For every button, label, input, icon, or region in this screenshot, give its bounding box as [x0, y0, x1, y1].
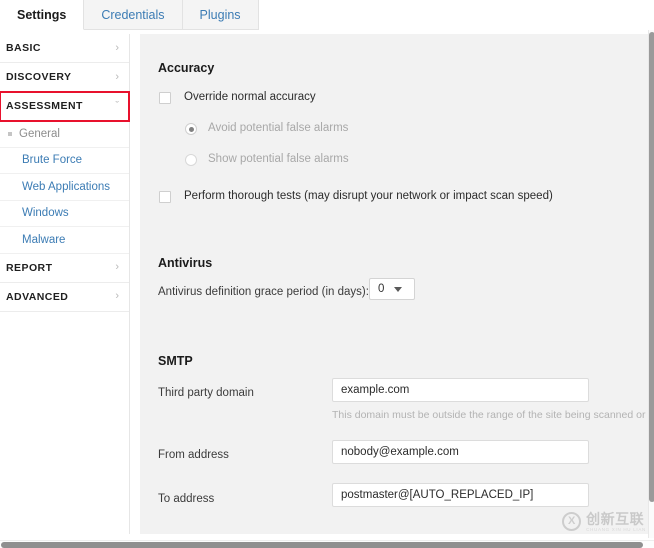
sidebar-item-assessment-label: ASSESSMENT	[6, 100, 83, 112]
from-address-input[interactable]: nobody@example.com	[332, 440, 589, 464]
sidebar-item-discovery-label: DISCOVERY	[6, 71, 72, 83]
antivirus-grace-period-select[interactable]: 0	[369, 278, 415, 300]
antivirus-grace-period-label: Antivirus definition grace period (in da…	[158, 286, 369, 298]
tab-settings-label: Settings	[17, 7, 67, 22]
horizontal-scrollbar[interactable]	[0, 540, 654, 548]
show-false-alarms-label: Show potential false alarms	[208, 153, 349, 165]
to-address-label: To address	[158, 493, 215, 505]
from-address-label: From address	[158, 449, 229, 461]
from-address-value: nobody@example.com	[341, 446, 459, 458]
sidebar-subitem-windows[interactable]: Windows	[0, 201, 129, 227]
to-address-value: postmaster@[AUTO_REPLACED_IP]	[341, 489, 534, 501]
vertical-scrollbar[interactable]	[648, 30, 654, 538]
sidebar-item-assessment[interactable]: ASSESSMENT ˇ	[0, 91, 130, 122]
bullet-icon	[8, 131, 12, 136]
sidebar-item-basic[interactable]: BASIC ›	[0, 34, 129, 63]
antivirus-section-title: Antivirus	[158, 256, 213, 270]
sidebar-item-report-label: REPORT	[6, 261, 53, 274]
smtp-section-title: SMTP	[158, 354, 193, 368]
sidebar-item-discovery[interactable]: DISCOVERY ›	[0, 63, 129, 92]
avoid-false-alarms-label: Avoid potential false alarms	[208, 122, 349, 134]
settings-sidebar: BASIC › DISCOVERY › ASSESSMENT ˇ General…	[0, 34, 130, 534]
sidebar-item-advanced-label: ADVANCED	[6, 290, 69, 303]
chevron-right-icon: ›	[115, 290, 119, 302]
chevron-right-icon: ›	[115, 41, 119, 54]
tab-credentials-label: Credentials	[101, 7, 165, 22]
sidebar-subitem-web-applications-label: Web Applications	[22, 180, 111, 193]
third-party-domain-hint: This domain must be outside the range of…	[332, 409, 648, 421]
sidebar-item-basic-label: BASIC	[6, 42, 41, 54]
tab-bar-filler	[258, 0, 654, 30]
tab-settings[interactable]: Settings	[0, 0, 85, 30]
chevron-right-icon: ›	[115, 70, 119, 83]
antivirus-grace-period-value: 0	[378, 283, 385, 295]
sidebar-subitem-brute-force-label: Brute Force	[22, 154, 83, 167]
horizontal-scrollbar-thumb[interactable]	[1, 542, 643, 548]
sidebar-subitem-brute-force[interactable]: Brute Force	[0, 148, 129, 174]
to-address-input[interactable]: postmaster@[AUTO_REPLACED_IP]	[332, 483, 589, 507]
tab-plugins-label: Plugins	[199, 7, 241, 22]
accuracy-section-title: Accuracy	[158, 61, 215, 75]
tab-bar: Settings Credentials Plugins	[0, 0, 654, 30]
sidebar-item-advanced[interactable]: ADVANCED ›	[0, 283, 129, 312]
sidebar-item-report[interactable]: REPORT ›	[0, 254, 129, 283]
override-normal-accuracy-checkbox[interactable]	[159, 92, 171, 104]
chevron-down-icon	[394, 286, 403, 292]
scan-template-settings-window: Settings Credentials Plugins BASIC › DIS…	[0, 0, 654, 548]
sidebar-subitem-web-applications[interactable]: Web Applications	[0, 174, 129, 201]
chevron-down-icon: ˇ	[115, 99, 119, 112]
vertical-scrollbar-thumb[interactable]	[649, 32, 654, 502]
avoid-false-alarms-radio[interactable]	[185, 123, 197, 135]
tab-plugins[interactable]: Plugins	[182, 0, 259, 30]
override-normal-accuracy-label: Override normal accuracy	[184, 91, 316, 103]
tab-credentials[interactable]: Credentials	[84, 0, 183, 30]
perform-thorough-tests-label: Perform thorough tests (may disrupt your…	[184, 190, 553, 202]
third-party-domain-input[interactable]: example.com	[332, 378, 589, 402]
third-party-domain-value: example.com	[341, 384, 410, 396]
settings-content-panel: Accuracy Override normal accuracy Avoid …	[139, 34, 648, 534]
perform-thorough-tests-checkbox[interactable]	[159, 191, 171, 203]
chevron-right-icon: ›	[115, 261, 119, 273]
third-party-domain-label: Third party domain	[158, 387, 254, 399]
sidebar-subitem-windows-label: Windows	[22, 207, 69, 220]
sidebar-subitem-general[interactable]: General	[0, 121, 129, 148]
sidebar-subitem-malware-label: Malware	[22, 233, 66, 246]
sidebar-subitem-general-label: General	[19, 127, 60, 140]
show-false-alarms-radio[interactable]	[185, 154, 197, 166]
sidebar-subitem-malware[interactable]: Malware	[0, 227, 129, 254]
